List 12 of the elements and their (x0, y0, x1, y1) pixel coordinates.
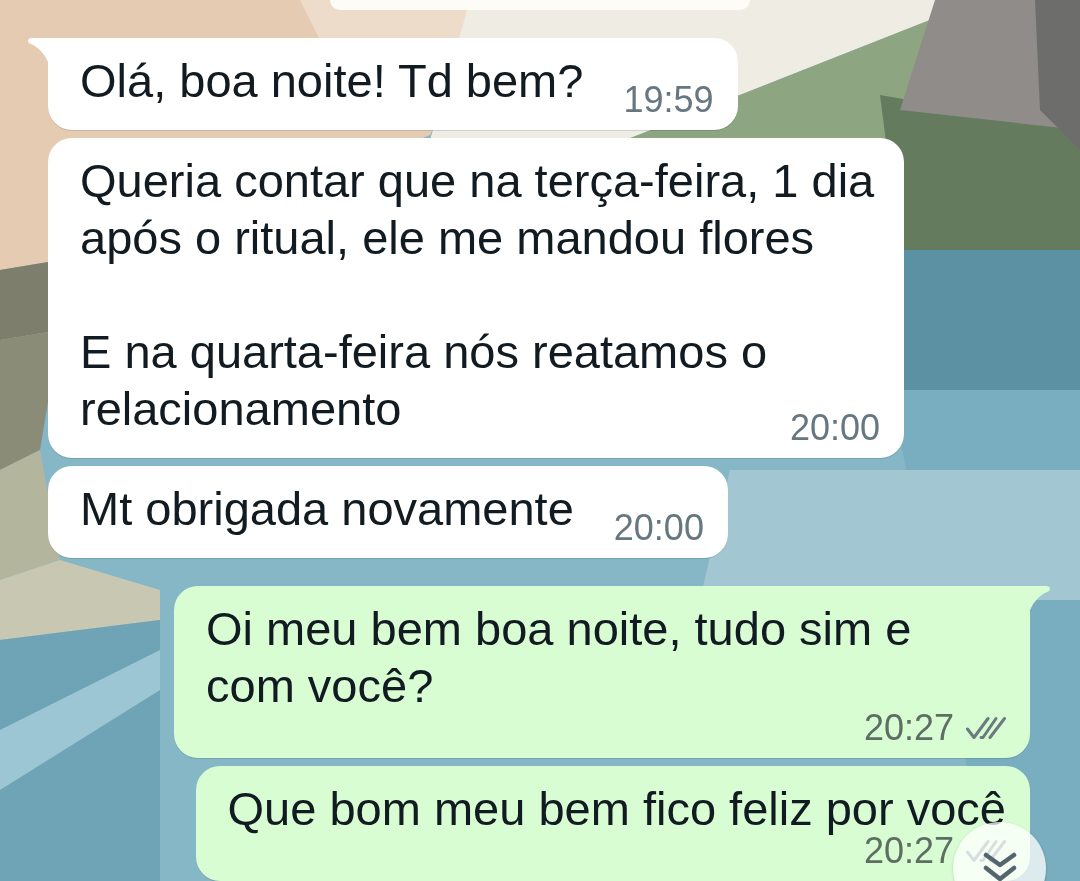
message-text: Olá, boa noite! Td bem? (80, 54, 584, 107)
message-text: Que bom meu bem fico feliz por você (227, 782, 1006, 835)
message-text: Oi meu bem boa noite, tudo sim e com você? (206, 602, 912, 712)
message-time: 20:27 (863, 714, 954, 742)
message-text: Queria contar que na terça-feira, 1 dia após o ritual, ele me mandou flores (80, 153, 876, 266)
message-time: 20:00 (789, 410, 880, 446)
message-time: 20:00 (613, 510, 704, 546)
message-text: E na quarta-feira nós reatamos o relacionamento (80, 325, 768, 435)
message-text: Mt obrigada novamente (80, 482, 574, 535)
message-time: 20:27 (863, 837, 954, 865)
message-time: 19:59 (623, 82, 714, 118)
double-chevron-down-icon (982, 852, 1017, 881)
